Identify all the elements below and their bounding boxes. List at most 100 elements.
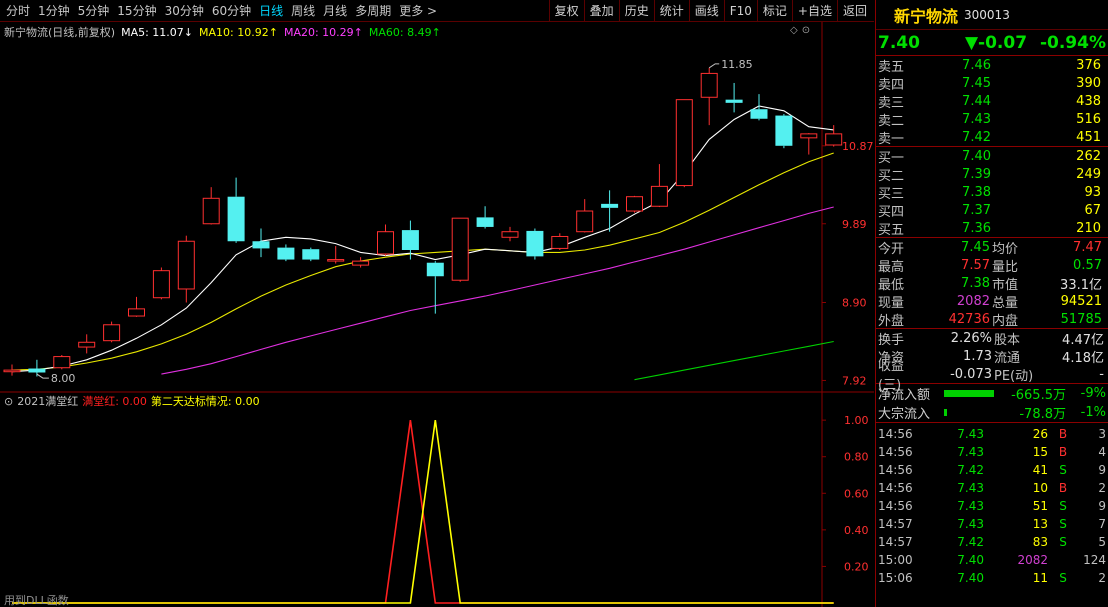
kline-bg: [0, 22, 874, 393]
asks-row[interactable]: 卖一 7.42 451: [876, 128, 1108, 147]
stock-header[interactable]: 新宁物流 300013: [876, 0, 1108, 30]
period-tab-3[interactable]: 15分钟: [113, 0, 160, 22]
tick-side: B: [1058, 427, 1068, 441]
y-tick-label: 8.90: [842, 297, 867, 310]
tick-row[interactable]: 14:56 7.43 10 B 2: [876, 479, 1108, 497]
tick-volume: 26: [1032, 427, 1048, 441]
tick-price: 7.40: [957, 553, 984, 567]
period-tab-2[interactable]: 5分钟: [74, 0, 114, 22]
price-change: ▼-0.07: [964, 32, 1028, 53]
stat-value: 33.1亿: [1060, 277, 1102, 293]
candle[interactable]: [626, 195, 643, 213]
tick-side: S: [1059, 499, 1067, 513]
asks-label: 卖三: [878, 95, 905, 111]
tick-row[interactable]: 15:06 7.40 11 S 2: [876, 569, 1108, 587]
candle[interactable]: [526, 228, 544, 260]
tick-count: 2: [1098, 481, 1106, 495]
period-toolbar: 分时 1分钟 5分钟 15分钟 30分钟 60分钟 日线 周线 月线 多周期 更多 > 复权 叠加 历史…: [0, 0, 874, 22]
candle[interactable]: [675, 99, 693, 188]
bids-row[interactable]: 买二 7.39 249: [876, 165, 1108, 184]
stock-name: 新宁物流: [894, 6, 959, 26]
period-tab-1[interactable]: 1分钟: [34, 0, 74, 22]
tick-row[interactable]: 15:00 7.40 2082 124: [876, 551, 1108, 569]
tool-button-1[interactable]: 叠加: [583, 0, 619, 22]
bids-row[interactable]: 买四 7.37 67: [876, 201, 1108, 220]
tick-count: 9: [1098, 463, 1106, 477]
bids-label: 买一: [878, 150, 905, 166]
ma60-label: MA60: 8.49↑: [368, 25, 441, 39]
indicator-settings-icon[interactable]: ⊙: [4, 395, 13, 408]
capital-flow: 净流入额 -665.5万 -9% 大宗流入 -78.8万 -1%: [876, 384, 1108, 423]
tick-row[interactable]: 14:56 7.42 41 S 9: [876, 461, 1108, 479]
tool-button-2[interactable]: 历史: [618, 0, 654, 22]
bids-volume: 93: [1084, 184, 1101, 200]
tool-button-3[interactable]: 统计: [653, 0, 689, 22]
tick-side: B: [1058, 481, 1068, 495]
asks-row[interactable]: 卖三 7.44 438: [876, 92, 1108, 111]
tool-button-7[interactable]: +自选: [791, 0, 837, 22]
tool-button-5[interactable]: F10: [723, 0, 757, 22]
candle[interactable]: [451, 217, 469, 282]
candle[interactable]: [152, 267, 170, 300]
ma5-label: MA5: 11.07↓: [121, 25, 194, 39]
asks-row[interactable]: 卖四 7.45 390: [876, 74, 1108, 93]
period-tab-8[interactable]: 月线: [319, 0, 351, 22]
stat-value: 7.38: [961, 275, 990, 291]
ask-book: 卖五 7.46 376 卖四 7.45 390 卖三 7.44 438 卖二 7.43 516 卖一 7.…: [876, 56, 1108, 147]
tool-button-4[interactable]: 画线: [688, 0, 724, 22]
tick-price: 7.43: [957, 445, 984, 459]
asks-row[interactable]: 卖五 7.46 376: [876, 56, 1108, 75]
asks-volume: 451: [1076, 129, 1101, 145]
stat-row: 今开 7.45 均价 7.47: [876, 238, 1108, 257]
bids-volume: 249: [1076, 166, 1101, 182]
bids-label: 买二: [878, 168, 905, 184]
tick-list[interactable]: 14:56 7.43 26 B 3 14:56 7.43 15 B 4 14:56 7.42 41 S 9 1…: [876, 423, 1108, 587]
flow-label: 净流入额: [878, 388, 931, 403]
chart-window-controls[interactable]: ◇⊙: [790, 25, 814, 36]
tool-button-8[interactable]: 返回: [836, 0, 872, 22]
indicator-legend: ⊙ 2021满堂红 满堂红: 0.00 第二天达标情况: 0.00: [4, 393, 264, 409]
bids-row[interactable]: 买五 7.36 210: [876, 219, 1108, 238]
asks-price: 7.42: [962, 129, 991, 145]
candle[interactable]: [302, 247, 320, 262]
asks-price: 7.43: [962, 111, 991, 127]
candle[interactable]: [103, 321, 121, 343]
tick-time: 14:57: [878, 535, 913, 549]
tick-count: 7: [1098, 517, 1106, 531]
tick-row[interactable]: 14:56 7.43 26 B 3: [876, 425, 1108, 443]
period-tab-4[interactable]: 30分钟: [161, 0, 208, 22]
indicator-series2-label: 第二天达标情况: 0.00: [150, 395, 260, 408]
stat-value: 94521: [1060, 293, 1102, 309]
tick-price: 7.43: [957, 517, 984, 531]
tick-row[interactable]: 14:57 7.43 13 S 7: [876, 515, 1108, 533]
tick-row[interactable]: 14:56 7.43 15 B 4: [876, 443, 1108, 461]
tick-row[interactable]: 14:57 7.42 83 S 5: [876, 533, 1108, 551]
bids-price: 7.39: [962, 166, 991, 182]
candle[interactable]: [775, 113, 793, 149]
indicator-bg: [0, 393, 874, 607]
tick-row[interactable]: 14:56 7.43 51 S 9: [876, 497, 1108, 515]
bids-row[interactable]: 买三 7.38 93: [876, 183, 1108, 202]
bids-label: 买四: [878, 204, 905, 220]
asks-row[interactable]: 卖二 7.43 516: [876, 110, 1108, 129]
period-tab-6[interactable]: 日线: [255, 0, 287, 22]
tool-button-6[interactable]: 标记: [756, 0, 792, 22]
stat-label: 总量: [992, 295, 1019, 311]
bids-row[interactable]: 买一 7.40 262: [876, 147, 1108, 166]
kline-chart[interactable]: 10.87 9.89 8.90 7.92 11.85 8.00: [0, 22, 874, 393]
candle[interactable]: [53, 355, 71, 370]
asks-label: 卖一: [878, 131, 905, 147]
period-tab-7[interactable]: 周线: [287, 0, 319, 22]
tick-side: S: [1059, 463, 1067, 477]
period-tab-0[interactable]: 分时: [2, 0, 34, 22]
tool-button-0[interactable]: 复权: [548, 0, 584, 22]
indicator-chart[interactable]: 1.00 0.80 0.60 0.40 0.20: [0, 393, 874, 607]
period-tab-5[interactable]: 60分钟: [208, 0, 255, 22]
fund-label: PE(动): [994, 368, 1034, 384]
period-tab-9[interactable]: 多周期: [351, 0, 395, 22]
stat-row: 外盘 42736 内盘 51785: [876, 310, 1108, 329]
period-tab-10[interactable]: 更多 >: [395, 0, 441, 22]
bids-volume: 210: [1076, 220, 1101, 236]
ind-tick-label: 0.80: [844, 451, 869, 464]
stat-label: 量比: [992, 259, 1019, 275]
